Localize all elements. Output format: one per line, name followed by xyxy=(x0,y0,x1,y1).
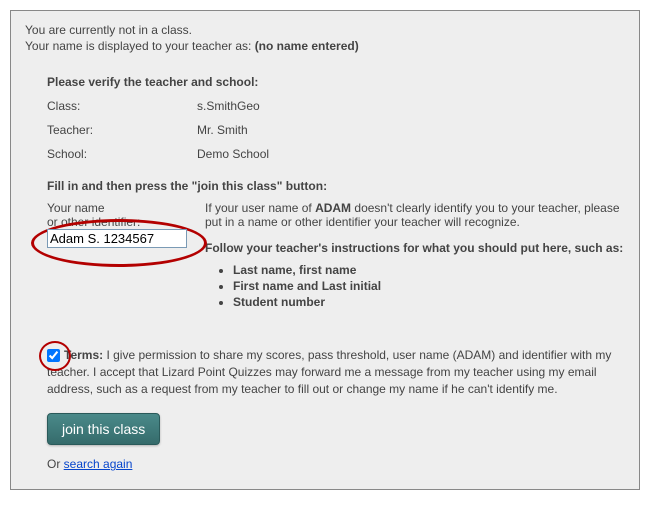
teacher-label: Teacher: xyxy=(47,123,197,137)
or-text: Or xyxy=(47,457,64,471)
status-not-in-class: You are currently not in a class. xyxy=(25,23,625,37)
class-label: Class: xyxy=(47,99,197,113)
name-input[interactable] xyxy=(47,229,187,248)
suggestion-item: First name and Last initial xyxy=(233,279,625,293)
teacher-value: Mr. Smith xyxy=(197,123,248,137)
instructions-column: If your user name of ADAM doesn't clearl… xyxy=(205,201,625,311)
terms-text-part1: I give permission to share my scores, pa… xyxy=(103,348,456,362)
terms-username: ADAM xyxy=(457,348,492,362)
school-value: Demo School xyxy=(197,147,269,161)
terms-checkbox[interactable] xyxy=(47,349,60,362)
search-again-link[interactable]: search again xyxy=(64,457,133,471)
suggestion-item: Last name, first name xyxy=(233,263,625,277)
class-value: s.SmithGeo xyxy=(197,99,260,113)
status-display-prefix: Your name is displayed to your teacher a… xyxy=(25,39,255,53)
status-display-name-line: Your name is displayed to your teacher a… xyxy=(25,39,625,53)
follow-heading: Follow your teacher's instructions for w… xyxy=(205,241,625,255)
name-label-line1: Your name xyxy=(47,201,205,215)
suggestion-item: Student number xyxy=(233,295,625,309)
name-label-line2: or other identifier: xyxy=(47,215,205,229)
fill-heading: Fill in and then press the "join this cl… xyxy=(47,179,625,193)
terms-block: Terms: I give permission to share my sco… xyxy=(47,347,625,397)
join-class-button[interactable]: join this class xyxy=(47,413,160,445)
terms-checkbox-wrap xyxy=(47,347,64,364)
fill-area: Your name or other identifier: If your u… xyxy=(47,201,625,311)
terms-label: Terms: xyxy=(64,348,103,362)
verify-section: Please verify the teacher and school: Cl… xyxy=(47,75,625,471)
school-label: School: xyxy=(47,147,197,161)
row-teacher: Teacher: Mr. Smith xyxy=(47,123,625,137)
verify-heading: Please verify the teacher and school: xyxy=(47,75,625,89)
join-class-panel: You are currently not in a class. Your n… xyxy=(10,10,640,490)
suggestions-list: Last name, first name First name and Las… xyxy=(233,263,625,309)
row-school: School: Demo School xyxy=(47,147,625,161)
instruction-prefix: If your user name of xyxy=(205,201,315,215)
instruction-text: If your user name of ADAM doesn't clearl… xyxy=(205,201,625,229)
name-column: Your name or other identifier: xyxy=(47,201,205,311)
search-again-line: Or search again xyxy=(47,457,625,471)
status-display-name: (no name entered) xyxy=(255,39,359,53)
row-class: Class: s.SmithGeo xyxy=(47,99,625,113)
instruction-username: ADAM xyxy=(315,201,351,215)
